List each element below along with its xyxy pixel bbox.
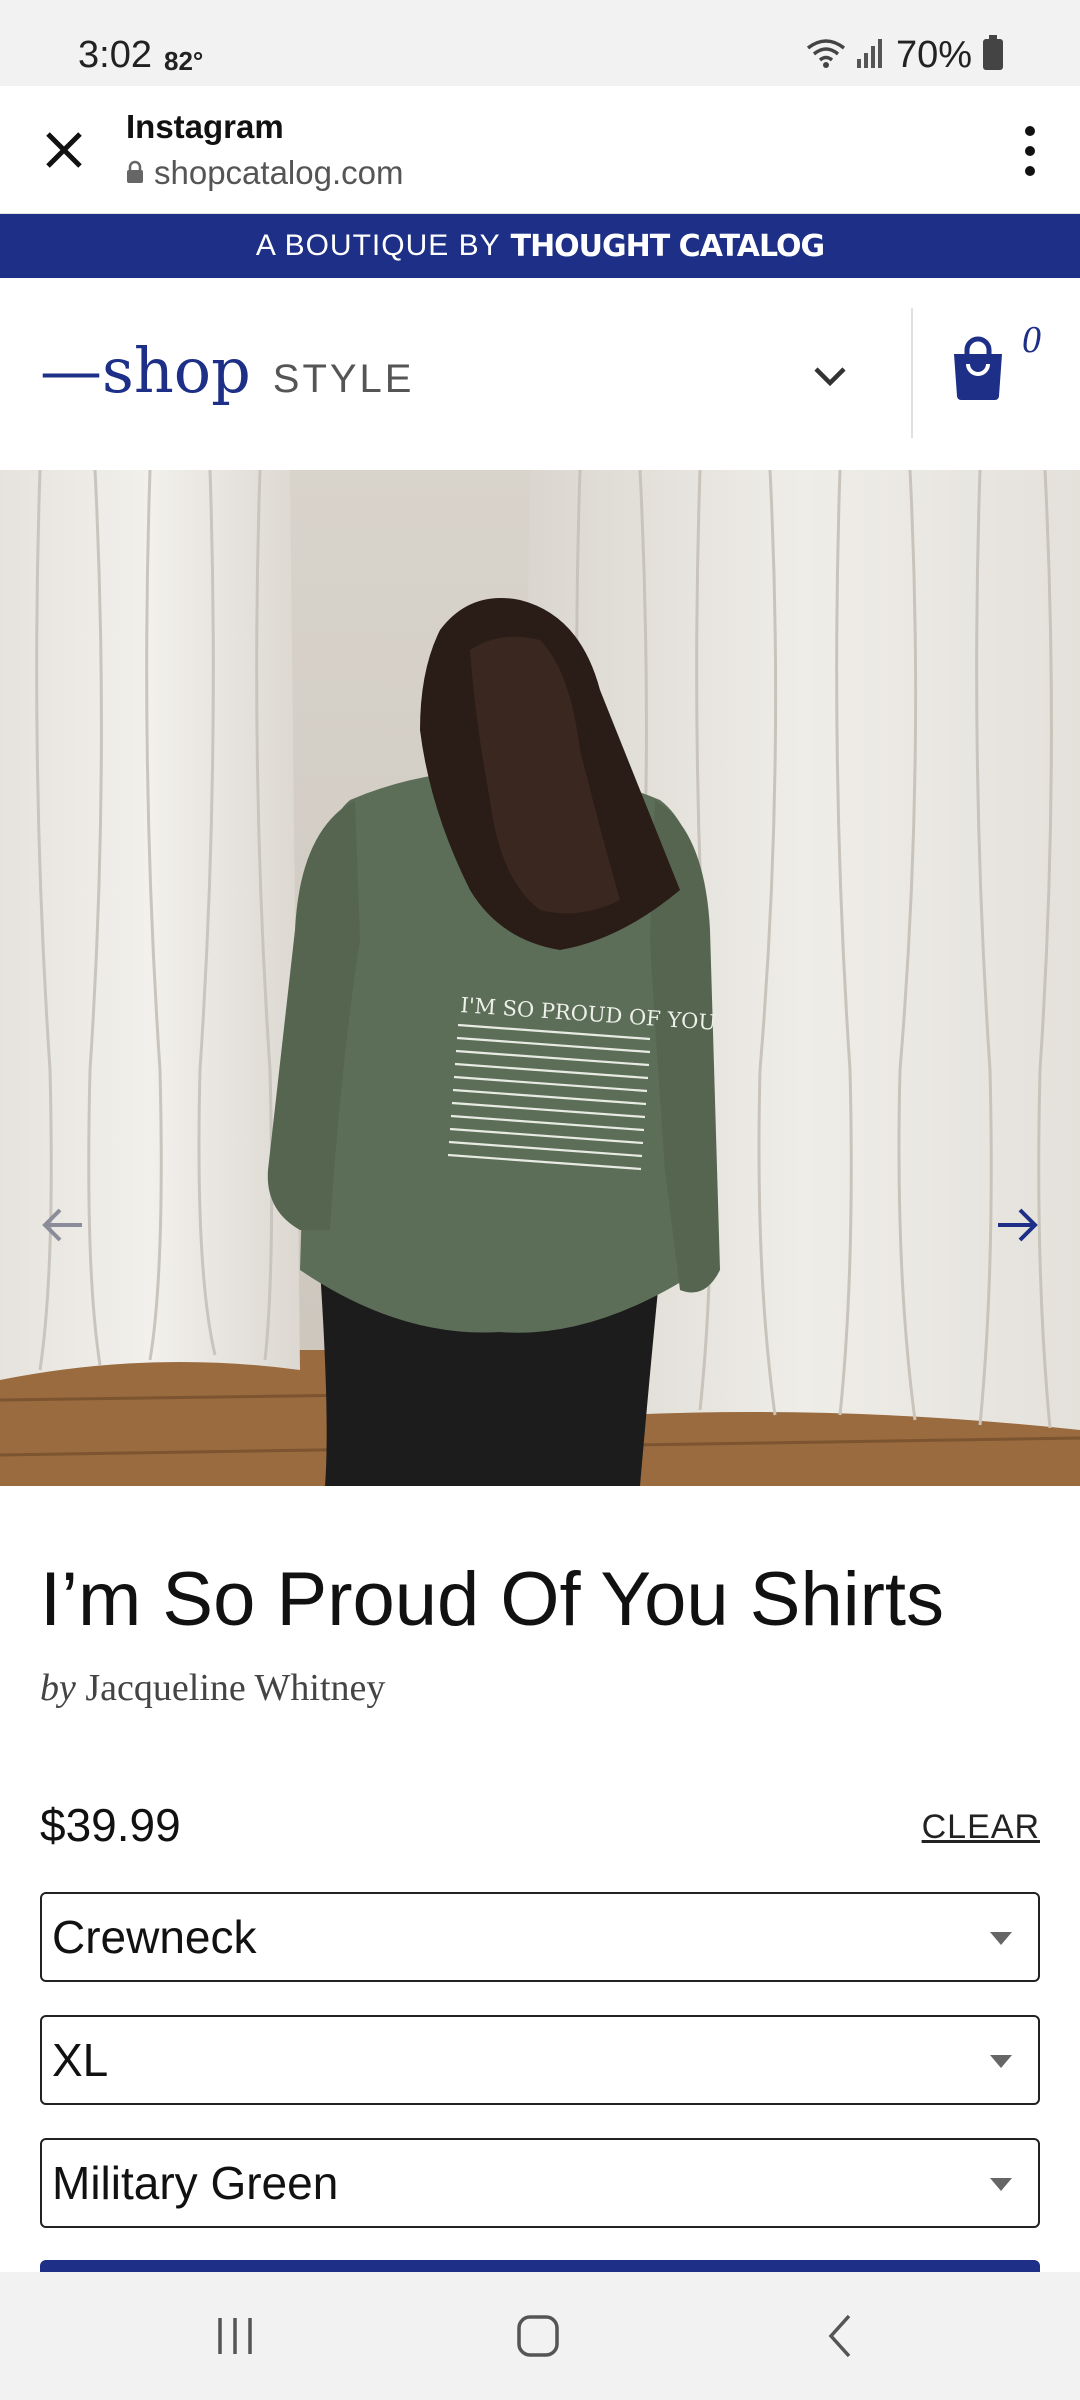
battery-icon: [982, 35, 1004, 76]
clear-selection-link[interactable]: CLEAR: [922, 1808, 1040, 1847]
recent-apps-button[interactable]: [200, 2306, 270, 2366]
status-bar: 3:02 82° 70%: [0, 0, 1080, 86]
promo-banner[interactable]: A BOUTIQUE BY THOUGHT CATALOG: [0, 214, 1080, 278]
system-nav-bar: [0, 2272, 1080, 2400]
back-icon: [828, 2314, 851, 2358]
back-button[interactable]: [806, 2306, 876, 2366]
status-time: 3:02: [78, 34, 152, 76]
byline-prefix: by: [40, 1667, 76, 1709]
signal-icon: [856, 37, 886, 74]
product-title: I’m So Proud Of You Shirts: [40, 1557, 945, 1642]
logo-shop-text: —shop: [40, 334, 251, 407]
wifi-icon: [806, 36, 846, 75]
dropdown-caret-icon: [990, 2178, 1012, 2191]
cart-count: 0: [1022, 319, 1041, 361]
url-text: shopcatalog.com: [154, 154, 404, 191]
section-menu-toggle[interactable]: [808, 354, 852, 398]
size-select-value: XL: [52, 2034, 109, 2086]
arrow-left-icon: [42, 1208, 82, 1242]
carousel-next-button[interactable]: [992, 1200, 1042, 1250]
close-button[interactable]: [34, 120, 94, 180]
dropdown-caret-icon: [990, 1932, 1012, 1945]
chevron-down-icon: [814, 367, 846, 387]
cart-button[interactable]: [948, 334, 1008, 404]
author-link[interactable]: Jacqueline Whitney: [85, 1667, 385, 1709]
color-select[interactable]: Military Green: [40, 2138, 1040, 2228]
promo-brand: THOUGHT CATALOG: [510, 228, 826, 264]
product-photo: I'M SO PROUD OF YOU: [0, 470, 1080, 1486]
dropdown-caret-icon: [990, 2055, 1012, 2068]
product-image[interactable]: I'M SO PROUD OF YOU: [0, 470, 1080, 1486]
more-options-icon[interactable]: [1020, 126, 1040, 176]
product-byline: by Jacqueline Whitney: [40, 1666, 385, 1710]
promo-prefix: A BOUTIQUE BY: [255, 229, 501, 262]
home-button[interactable]: [503, 2306, 573, 2366]
color-select-value: Military Green: [52, 2157, 339, 2209]
status-temperature: 82°: [164, 46, 204, 76]
site-logo[interactable]: —shop STYLE: [40, 334, 414, 407]
style-select-value: Crewneck: [52, 1911, 257, 1963]
shopping-bag-icon: [954, 336, 1002, 400]
header-divider: [911, 308, 913, 438]
recent-apps-icon: [218, 2318, 252, 2354]
size-select[interactable]: XL: [40, 2015, 1040, 2105]
carousel-prev-button[interactable]: [38, 1200, 88, 1250]
status-icons: 70%: [806, 34, 1004, 77]
home-icon: [517, 2315, 559, 2357]
arrow-right-icon: [998, 1208, 1038, 1242]
section-label: STYLE: [272, 357, 415, 401]
browser-title: Instagram: [126, 108, 284, 145]
battery-percent: 70%: [895, 34, 972, 76]
browser-url[interactable]: shopcatalog.com: [126, 154, 403, 192]
close-icon: [46, 132, 82, 168]
style-select[interactable]: Crewneck: [40, 1892, 1040, 1982]
in-app-browser-bar: Instagram shopcatalog.com: [0, 86, 1080, 214]
site-header: —shop STYLE 0: [0, 278, 1080, 470]
lock-icon: [126, 154, 144, 192]
product-price: $39.99: [40, 1799, 181, 1851]
